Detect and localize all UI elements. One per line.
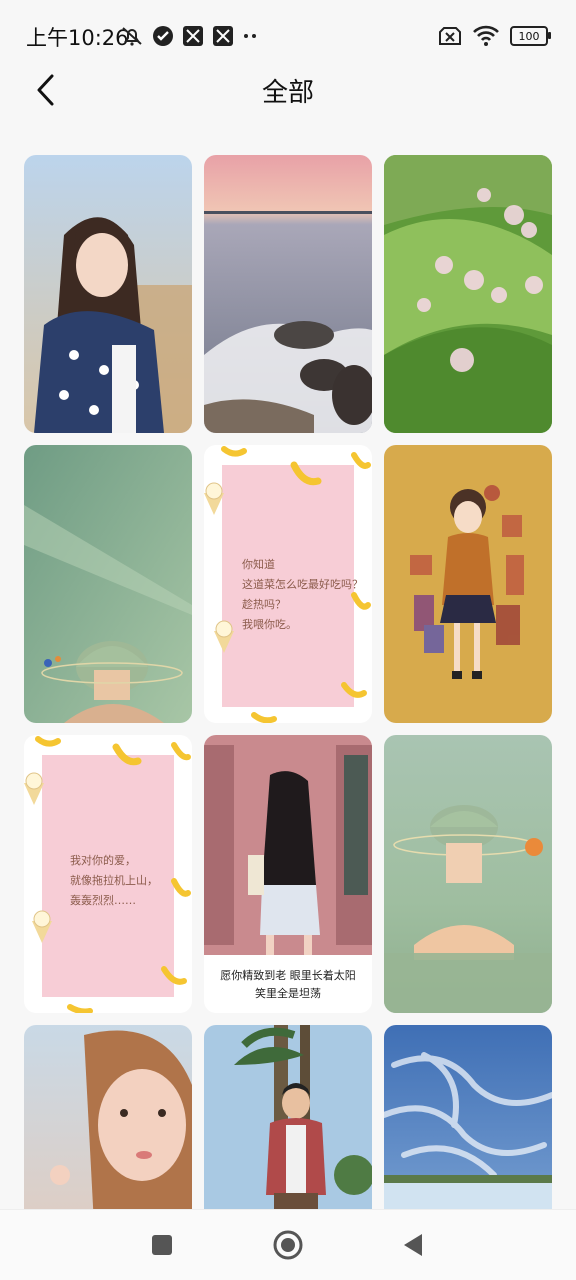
app-icon — [213, 26, 233, 46]
wallpaper-image — [24, 155, 192, 433]
wallpaper-green-hills[interactable] — [384, 155, 552, 433]
wallpaper-image — [384, 735, 552, 1013]
check-circle-icon — [153, 26, 173, 46]
system-nav-bar — [0, 1209, 576, 1280]
wallpaper-grid: 你知道 这道菜怎么吃最好吃吗？ 趁热吗？ 我喂你吃。 我对你的爱， 就像拖拉机上… — [24, 155, 552, 1210]
status-left-icons — [120, 24, 258, 48]
wallpaper-sunset-sea[interactable] — [204, 155, 372, 433]
wallpaper-pink-door[interactable]: 愿你精致到老 眼里长着太阳 笑里全是坦荡 — [204, 735, 372, 1013]
wallpaper-image — [384, 445, 552, 723]
caption-line-1: 愿你精致到老 眼里长着太阳 — [220, 969, 356, 982]
wallpaper-image — [204, 1025, 372, 1210]
wallpaper-image — [24, 445, 192, 723]
caption-line-2: 笑里全是坦荡 — [255, 987, 321, 1000]
home-button[interactable] — [268, 1228, 308, 1262]
wallpaper-banana-note-2[interactable]: 我对你的爱， 就像拖拉机上山， 轰轰烈烈…… — [24, 735, 192, 1013]
sim-off-icon — [439, 27, 461, 45]
circle-icon — [273, 1230, 303, 1260]
wallpaper-girl-in-water[interactable] — [384, 735, 552, 1013]
battery-level: 100 — [518, 29, 540, 43]
wallpaper-image — [384, 1025, 552, 1210]
wallpaper-man-palms[interactable] — [204, 1025, 372, 1210]
header: 全部 — [0, 60, 576, 124]
app-icon — [183, 26, 203, 46]
nav-back-button[interactable] — [392, 1228, 432, 1262]
triangle-back-icon — [404, 1234, 422, 1256]
wallpaper-banana-note-1[interactable]: 你知道 这道菜怎么吃最好吃吗？ 趁热吗？ 我喂你吃。 — [204, 445, 372, 723]
wallpaper-anime-girl-yellow[interactable] — [384, 445, 552, 723]
wallpaper-image — [204, 155, 372, 433]
wallpaper-caption: 愿你精致到老 眼里长着太阳 笑里全是坦荡 — [204, 967, 372, 1003]
recents-button[interactable] — [142, 1228, 182, 1262]
wallpaper-girl-scarf[interactable] — [24, 155, 192, 433]
more-dots-icon — [244, 34, 256, 38]
status-right-icons: 100 — [438, 24, 551, 48]
wallpaper-sky-clouds[interactable] — [384, 1025, 552, 1210]
battery-icon: 100 — [510, 26, 551, 46]
wallpaper-image — [24, 1025, 192, 1210]
status-time: 上午10:26 — [26, 26, 129, 50]
wallpaper-portrait-woman[interactable] — [24, 1025, 192, 1210]
square-icon — [152, 1235, 172, 1255]
banana-decoration-icon — [24, 736, 191, 1013]
wallpaper-green-illustration[interactable] — [24, 445, 192, 723]
wallpaper-image — [384, 155, 552, 433]
wallpaper-image — [204, 735, 372, 955]
wifi-icon — [473, 25, 499, 46]
banana-decoration-icon — [204, 446, 371, 723]
bell-muted-icon — [122, 27, 142, 46]
page-title: 全部 — [261, 78, 314, 108]
